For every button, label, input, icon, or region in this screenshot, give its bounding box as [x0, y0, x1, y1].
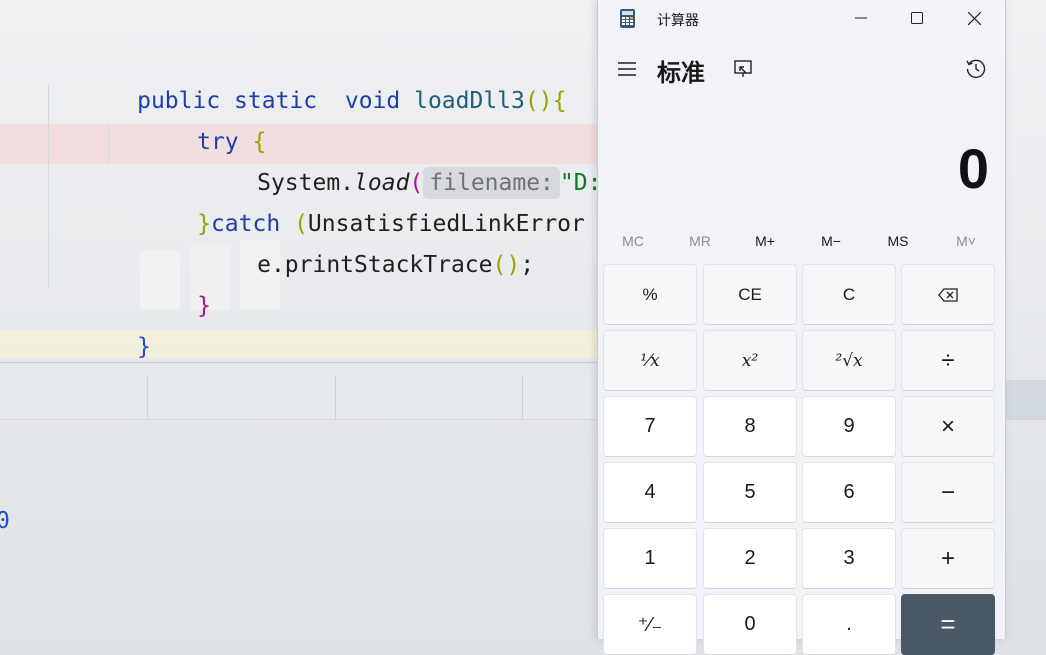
divide-button[interactable]: ÷	[901, 330, 995, 391]
equals-button[interactable]: =	[901, 594, 995, 655]
subtract-button[interactable]: −	[901, 462, 995, 523]
digit-8-button[interactable]: 8	[703, 396, 797, 457]
digit-9-button[interactable]: 9	[802, 396, 896, 457]
console-text: 0	[0, 508, 10, 534]
code-line: e.printStackTrace();	[257, 252, 535, 278]
negate-button[interactable]: ⁺⁄₋	[603, 594, 697, 655]
panel-divider[interactable]	[0, 362, 600, 363]
maximize-icon	[911, 12, 923, 24]
history-icon	[966, 59, 986, 78]
digit-7-button[interactable]: 7	[603, 396, 697, 457]
code-line: }	[197, 293, 211, 319]
memory-recall-button[interactable]: MR	[667, 226, 733, 256]
close-icon	[967, 11, 981, 25]
navigation-menu-button[interactable]	[610, 50, 644, 88]
backspace-icon	[938, 287, 958, 302]
code-line: try {	[197, 129, 267, 155]
square-button[interactable]: x²	[703, 330, 797, 391]
code-line: public static void loadDll3(){	[137, 88, 567, 114]
keep-on-top-icon	[734, 60, 752, 77]
digit-1-button[interactable]: 1	[603, 528, 697, 589]
hamburger-menu-icon	[618, 62, 636, 76]
minimize-icon	[855, 17, 867, 19]
mode-header: 标准	[598, 48, 1005, 90]
backspace-button[interactable]	[901, 264, 995, 325]
window-title: 计算器	[657, 12, 699, 28]
result-display: 0	[957, 137, 989, 200]
multiply-button[interactable]: ×	[901, 396, 995, 457]
calculator-window[interactable]: 计算器 标准 0 MC MR M+ M− MS M˅ % CE C ¹⁄x x²…	[597, 0, 1006, 655]
keep-on-top-button[interactable]	[728, 54, 758, 84]
decimal-button[interactable]: .	[802, 594, 896, 655]
digit-4-button[interactable]: 4	[603, 462, 697, 523]
digit-3-button[interactable]: 3	[802, 528, 896, 589]
title-bar[interactable]: 计算器	[598, 0, 1005, 36]
maximize-button[interactable]	[889, 0, 945, 36]
minimize-button[interactable]	[833, 0, 889, 36]
memory-list-button[interactable]: M˅	[933, 226, 999, 256]
column-divider[interactable]	[147, 375, 148, 419]
column-divider[interactable]	[335, 375, 336, 419]
digit-0-button[interactable]: 0	[703, 594, 797, 655]
tool-window-header	[0, 375, 600, 420]
calculator-app-icon	[620, 9, 635, 28]
indent-guide	[48, 84, 49, 289]
close-button[interactable]	[946, 0, 1002, 36]
memory-clear-button[interactable]: MC	[600, 226, 666, 256]
memory-subtract-button[interactable]: M−	[798, 226, 864, 256]
code-line: }	[137, 334, 151, 360]
percent-button[interactable]: %	[603, 264, 697, 325]
square-root-button[interactable]: ²√x	[802, 330, 896, 391]
memory-add-button[interactable]: M+	[732, 226, 798, 256]
digit-2-button[interactable]: 2	[703, 528, 797, 589]
history-button[interactable]	[959, 52, 993, 86]
memory-row: MC MR M+ M− MS M˅	[598, 226, 1005, 256]
digit-6-button[interactable]: 6	[802, 462, 896, 523]
column-divider[interactable]	[522, 375, 523, 419]
add-button[interactable]: +	[901, 528, 995, 589]
clear-button[interactable]: C	[802, 264, 896, 325]
code-line: }catch (UnsatisfiedLinkError e){	[197, 211, 640, 237]
reciprocal-button[interactable]: ¹⁄x	[603, 330, 697, 391]
clear-entry-button[interactable]: CE	[703, 264, 797, 325]
digit-5-button[interactable]: 5	[703, 462, 797, 523]
memory-store-button[interactable]: MS	[865, 226, 931, 256]
mode-title: 标准	[657, 60, 705, 87]
code-line: System.load(filename:"D:\\te	[174, 122, 657, 199]
